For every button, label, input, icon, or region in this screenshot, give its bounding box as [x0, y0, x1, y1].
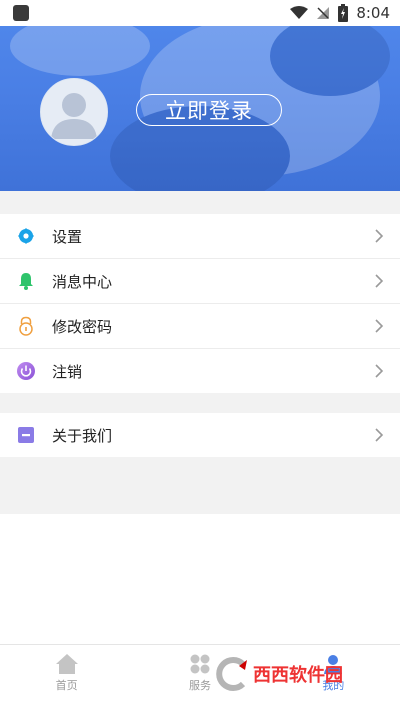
menu-item-about-us[interactable]: 关于我们 — [0, 413, 400, 457]
watermark-c-icon — [216, 657, 247, 691]
menu-label: 消息中心 — [52, 272, 113, 291]
menu-group-about: 关于我们 — [0, 413, 400, 457]
status-indicators: 8:04 — [290, 0, 390, 26]
info-card-icon — [16, 425, 36, 445]
content-blank-area — [0, 514, 400, 644]
gear-icon — [16, 226, 36, 246]
menu-group-account: 设置 消息中心 修改密码 注销 — [0, 214, 400, 393]
notification-icon — [13, 5, 29, 21]
menu-item-settings[interactable]: 设置 — [0, 214, 400, 259]
chevron-right-icon — [375, 364, 384, 378]
battery-icon — [338, 4, 349, 22]
default-user-icon — [51, 93, 97, 139]
avatar[interactable] — [40, 78, 108, 146]
grid-icon — [190, 654, 210, 674]
chevron-right-icon — [375, 428, 384, 442]
menu-item-logout[interactable]: 注销 — [0, 349, 400, 393]
watermark-logo: 西西软件园 — [215, 652, 385, 696]
nav-item-home[interactable]: 首页 — [0, 645, 133, 701]
no-signal-icon — [317, 7, 330, 19]
nav-label: 首页 — [55, 679, 78, 692]
menu-label: 注销 — [52, 362, 83, 381]
menu-label: 修改密码 — [52, 317, 113, 336]
home-icon — [55, 654, 78, 674]
bell-icon — [16, 271, 36, 291]
login-button[interactable]: 立即登录 — [136, 94, 282, 126]
chevron-right-icon — [375, 274, 384, 288]
power-icon — [16, 361, 36, 381]
menu-label: 设置 — [52, 227, 83, 246]
nav-label: 服务 — [188, 679, 211, 692]
menu-item-change-password[interactable]: 修改密码 — [0, 304, 400, 349]
status-bar: 8:04 — [0, 0, 400, 26]
menu-label: 关于我们 — [52, 426, 113, 445]
menu-item-messages[interactable]: 消息中心 — [0, 259, 400, 304]
chevron-right-icon — [375, 229, 384, 243]
wifi-icon — [290, 6, 309, 19]
lock-icon — [16, 316, 36, 336]
chevron-right-icon — [375, 319, 384, 333]
profile-header: 立即登录 — [0, 26, 400, 191]
status-time: 8:04 — [356, 4, 390, 22]
watermark-text: 西西软件园 — [253, 665, 343, 686]
